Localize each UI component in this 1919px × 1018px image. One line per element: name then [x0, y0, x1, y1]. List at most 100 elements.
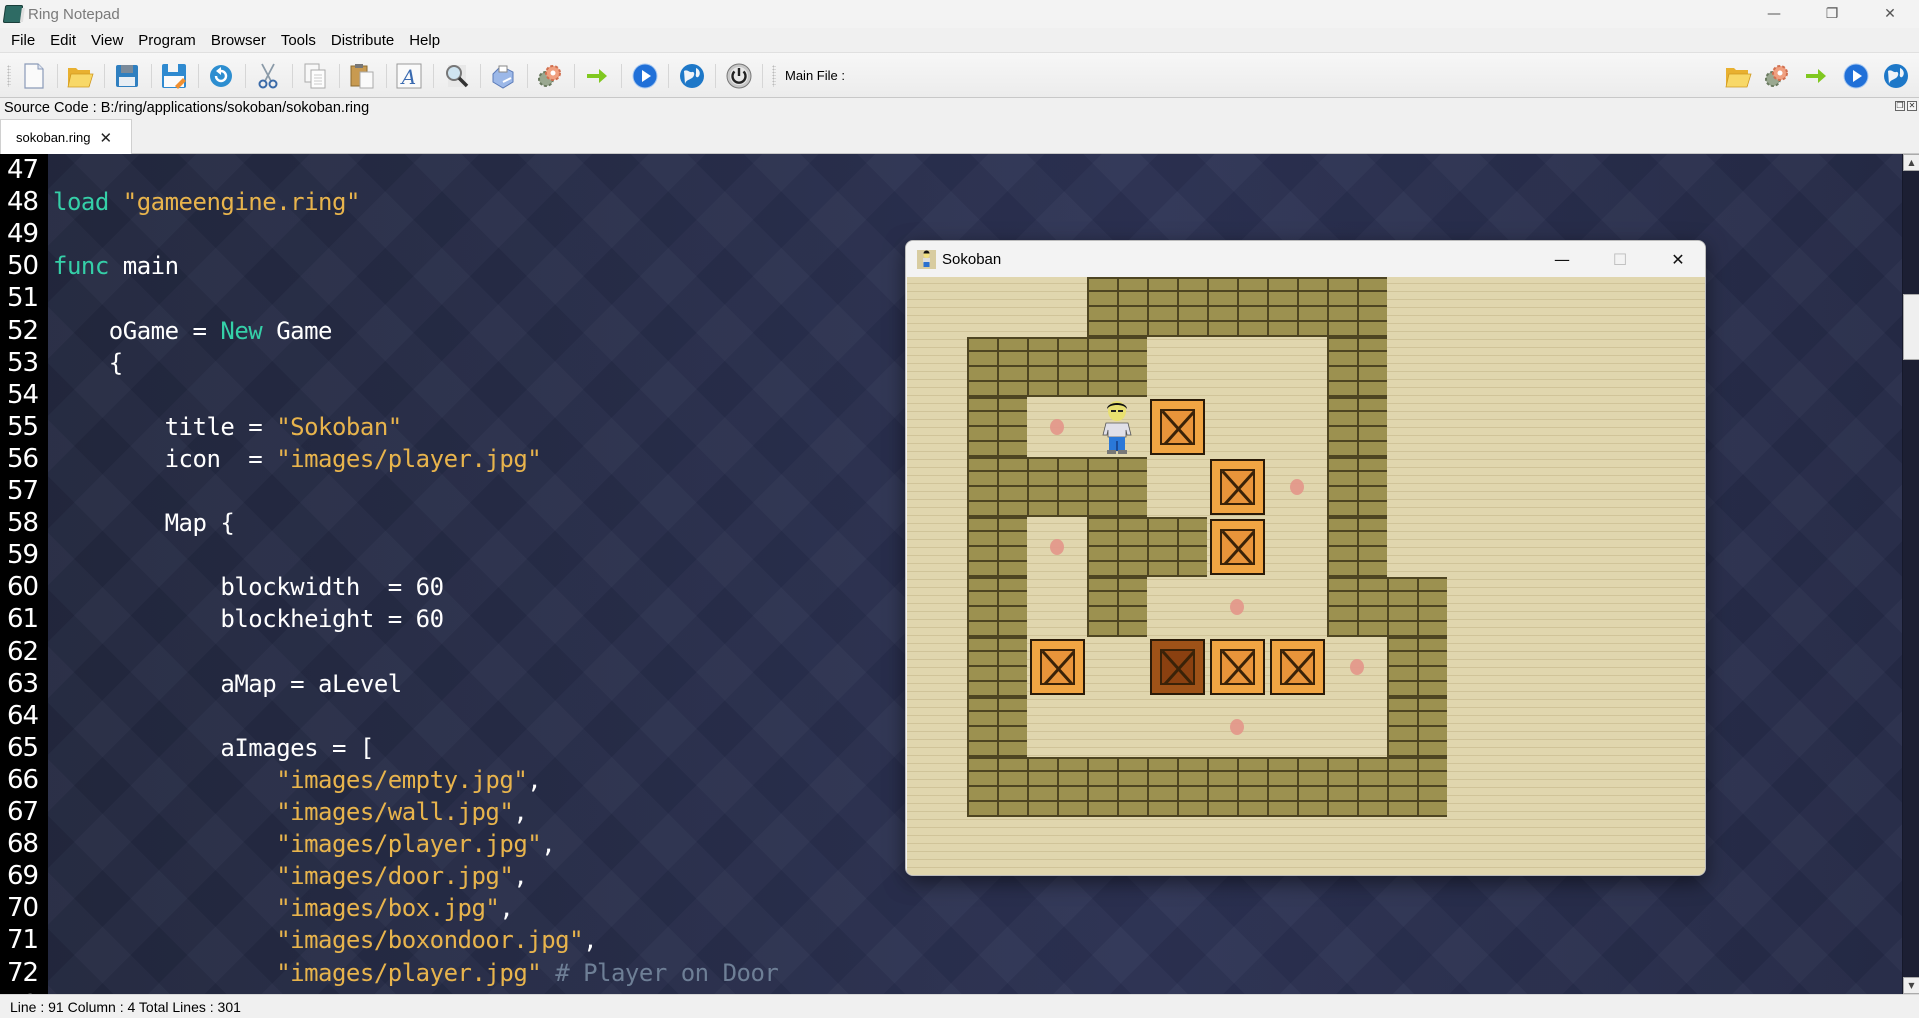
wall-tile [1147, 277, 1207, 337]
main-file-label: Main File : [785, 68, 845, 83]
scroll-down-button[interactable]: ▼ [1903, 977, 1919, 994]
code-token: , [513, 862, 528, 891]
wall-tile [967, 457, 1027, 517]
code-token: , [527, 765, 542, 794]
player-tile [1087, 397, 1147, 457]
menu-browser[interactable]: Browser [204, 32, 274, 49]
code-token: , [513, 798, 528, 826]
menu-file[interactable]: File [4, 32, 43, 49]
code-line[interactable]: 48 load "gameengine.ring" [0, 186, 1900, 218]
line-number: 63 [7, 668, 39, 699]
wall-tile [1147, 757, 1207, 817]
dock-float-icon[interactable]: ❐ [1895, 101, 1905, 111]
open-button[interactable] [65, 61, 95, 91]
line-number: 49 [7, 219, 39, 250]
web-button[interactable] [677, 61, 707, 91]
code-token: oGame = [108, 316, 221, 345]
code-line[interactable]: 71 "images/boxondoor.jpg", [0, 924, 1900, 956]
scroll-up-button[interactable]: ▲ [1903, 154, 1919, 171]
toolbar-separator [668, 64, 669, 88]
dock-close-icon[interactable]: ✕ [1907, 101, 1917, 111]
settings-button[interactable] [535, 61, 565, 91]
find-button[interactable] [441, 61, 471, 91]
player-app-icon [917, 249, 936, 269]
code-token: title = [164, 412, 277, 441]
toolbar-separator [339, 64, 340, 88]
boxondoor-tile [1147, 637, 1207, 697]
toolbar-grip[interactable] [772, 65, 776, 87]
close-button[interactable]: ✕ [1861, 0, 1919, 28]
open-folder-right-button[interactable] [1723, 61, 1753, 91]
copy-icon [304, 63, 326, 89]
string-token: "images/box.jpg" [276, 894, 500, 923]
line-number: 50 [7, 251, 39, 282]
settings-right-button[interactable] [1762, 61, 1792, 91]
line-number: 64 [7, 700, 39, 731]
scroll-thumb[interactable] [1903, 294, 1919, 360]
wall-tile [967, 517, 1027, 577]
toolbar-grip[interactable] [7, 65, 11, 87]
sokoban-maximize-button[interactable]: ☐ [1591, 241, 1649, 277]
menu-tools[interactable]: Tools [274, 32, 324, 49]
arrow-right-icon [587, 69, 607, 83]
dock-buttons: ❐ ✕ [1895, 101, 1917, 111]
run-right-button[interactable] [1801, 61, 1831, 91]
save-as-icon [162, 64, 186, 89]
wall-tile [967, 337, 1027, 397]
code-line[interactable]: 72 "images/player.jpg" # Player on Door [0, 957, 1900, 989]
wall-tile [1087, 517, 1147, 577]
wall-tile [1327, 517, 1387, 577]
toolbar-separator [621, 64, 622, 88]
print-button[interactable] [488, 61, 518, 91]
tab-close-icon[interactable]: ✕ [99, 129, 112, 147]
open-folder-icon [67, 68, 94, 88]
copy-button[interactable] [300, 61, 330, 91]
toolbar-separator [198, 64, 199, 88]
code-line[interactable]: 47 [0, 154, 1900, 186]
sokoban-title-bar[interactable]: Sokoban — ☐ ✕ [906, 241, 1705, 277]
sokoban-close-button[interactable]: ✕ [1649, 241, 1705, 277]
web-right-button[interactable] [1881, 61, 1911, 91]
save-as-button[interactable] [159, 61, 189, 91]
quit-button[interactable] [724, 61, 754, 91]
string-token: "images/player.jpg" [276, 830, 542, 859]
menu-view[interactable]: View [84, 32, 131, 49]
new-file-button[interactable] [19, 61, 49, 91]
tab-label: sokoban.ring [16, 130, 91, 145]
tab-sokoban-ring[interactable]: sokoban.ring ✕ [0, 119, 132, 155]
vertical-scrollbar[interactable]: ▲ ▼ [1902, 154, 1919, 994]
keyword-token: func [53, 252, 109, 281]
font-button[interactable]: A [394, 61, 424, 91]
code-line[interactable]: 70 "images/box.jpg", [0, 892, 1900, 924]
string-token: "images/player.jpg" [276, 444, 542, 473]
menu-distribute[interactable]: Distribute [324, 32, 402, 49]
menu-help[interactable]: Help [402, 32, 448, 49]
menu-edit[interactable]: Edit [43, 32, 84, 49]
code-token: Map { [164, 509, 235, 538]
save-button[interactable] [112, 61, 142, 91]
sokoban-minimize-button[interactable]: — [1533, 241, 1591, 277]
cut-button[interactable] [253, 61, 283, 91]
line-number: 52 [7, 315, 39, 346]
minimize-button[interactable]: — [1745, 0, 1803, 28]
comment-token: # Player on Door [555, 958, 779, 987]
toolbar-separator [715, 64, 716, 88]
play-right-button[interactable] [1841, 61, 1871, 91]
run-button[interactable] [582, 61, 612, 91]
restore-button[interactable]: ❐ [1803, 0, 1861, 28]
code-text: icon = "images/player.jpg" [53, 443, 542, 475]
svg-text:A: A [400, 65, 416, 89]
box-tile [1207, 517, 1267, 577]
menu-program[interactable]: Program [131, 32, 204, 49]
title-bar: Ring Notepad — ❐ ✕ [0, 0, 1919, 28]
game-board[interactable] [907, 277, 1705, 875]
wall-tile [967, 697, 1027, 757]
line-number: 71 [7, 925, 39, 956]
paste-button[interactable] [347, 61, 377, 91]
play-button[interactable] [630, 61, 660, 91]
code-token: , [583, 926, 598, 955]
wall-tile [1087, 277, 1147, 337]
toolbar-separator [527, 64, 528, 88]
reload-button[interactable] [206, 61, 236, 91]
